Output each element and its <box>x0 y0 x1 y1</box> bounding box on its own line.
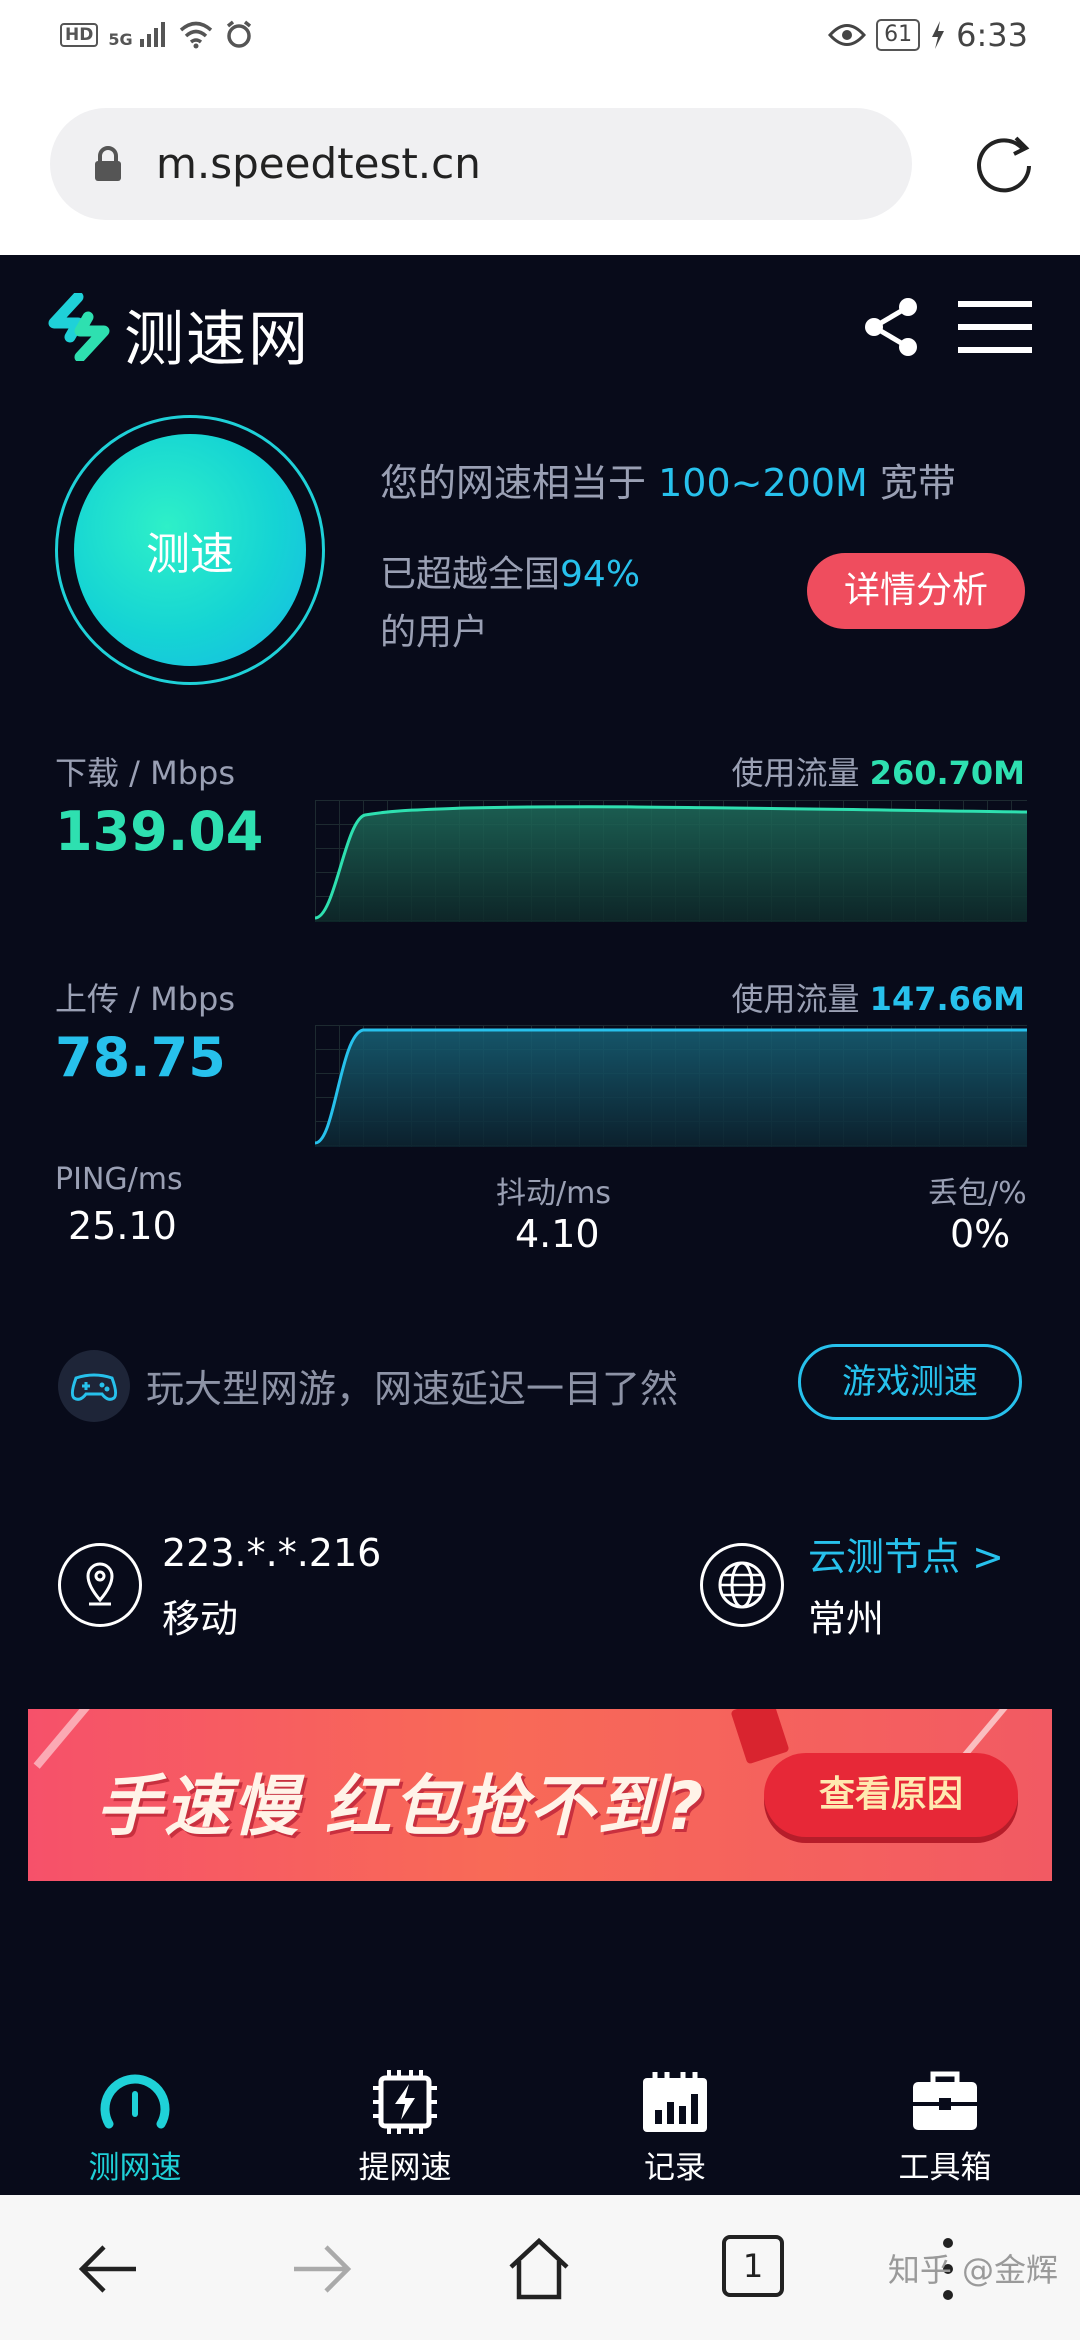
jitter-label: 抖动/ms <box>496 1176 611 1211</box>
cloud-node-link[interactable]: 云测节点 > <box>808 1526 1004 1581</box>
speed-test-button-ring[interactable]: 测速 <box>55 415 325 685</box>
game-icon-wrap <box>58 1350 130 1422</box>
gamepad-icon <box>70 1373 118 1401</box>
location-icon <box>58 1543 142 1627</box>
upload-value: 78.75 <box>55 1026 226 1089</box>
reload-icon[interactable] <box>972 130 1036 194</box>
download-usage-value: 260.70M <box>869 754 1025 792</box>
wifi-icon <box>180 21 213 49</box>
browser-address-area: m.speedtest.cn <box>0 82 1080 255</box>
ping-value: 25.10 <box>68 1204 177 1248</box>
download-label: 下载 / Mbps <box>55 754 236 792</box>
globe-icon <box>700 1543 784 1627</box>
ip-info: 223.*.*.216 移动 <box>162 1520 381 1652</box>
download-graph <box>315 800 1027 922</box>
browser-bottom-bar: 1 知乎 @金辉 <box>0 2195 1080 2340</box>
node-city: 常州 <box>808 1597 885 1641</box>
nav-item-records[interactable]: 记录 <box>575 2050 775 2187</box>
nav-label-toolbox: 工具箱 <box>898 2150 992 2186</box>
status-icons-left: HD 5G <box>60 20 254 50</box>
site-title: 测速网 <box>124 305 310 375</box>
nav-label-records: 记录 <box>644 2150 706 2186</box>
app-bottom-nav: 测网速 提网速 记录 工具箱 <box>0 2050 1080 2195</box>
status-icons-right: 61 6:33 <box>828 16 1028 54</box>
hd-indicator: HD <box>60 23 99 47</box>
signal-icon: 5G <box>108 21 168 49</box>
red-envelope-icon <box>730 1709 790 1765</box>
home-icon[interactable] <box>505 2235 573 2303</box>
tabs-button[interactable]: 1 <box>722 2235 784 2297</box>
charging-icon <box>932 21 945 49</box>
nav-item-toolbox[interactable]: 工具箱 <box>845 2050 1045 2187</box>
packet-loss-value: 0% <box>950 1212 1011 1256</box>
download-value: 139.04 <box>55 800 264 863</box>
beat-suffix: 的用户 <box>380 612 489 653</box>
speedometer-icon <box>100 2074 170 2129</box>
game-speed-test-button[interactable]: 游戏测速 <box>798 1344 1022 1420</box>
upload-usage: 使用流量 147.66M <box>731 974 1025 1020</box>
jitter-value: 4.10 <box>515 1212 600 1256</box>
upload-label: 上传 / Mbps <box>55 980 236 1018</box>
battery-indicator: 61 <box>876 19 921 51</box>
alarm-icon <box>227 20 252 48</box>
upload-usage-value: 147.66M <box>869 980 1025 1018</box>
ping-label: PING/ms <box>55 1162 183 1197</box>
download-usage: 使用流量 260.70M <box>731 748 1025 794</box>
records-icon <box>643 2072 707 2132</box>
beat-value: 94% <box>560 554 641 595</box>
nav-label-boost: 提网速 <box>358 2150 452 2186</box>
banner-headline: 手速慢 红包抢不到? <box>96 1768 706 1845</box>
game-promo-text: 玩大型网游，网速延迟一目了然 <box>146 1367 679 1411</box>
speed-equivalent: 您的网速相当于 100~200M 宽带 <box>380 452 956 507</box>
beat-prefix: 已超越全国 <box>380 554 561 595</box>
view-reason-button[interactable]: 查看原因 <box>764 1753 1018 1837</box>
network-type: 5G <box>108 30 133 49</box>
boost-chip-icon <box>373 2070 437 2134</box>
menu-icon[interactable] <box>958 299 1032 355</box>
equiv-suffix: 宽带 <box>879 461 956 505</box>
beat-ranking: 已超越全国94% 的用户 <box>380 546 680 662</box>
equiv-value: 100~200M <box>658 461 868 505</box>
upload-usage-label: 使用流量 <box>731 980 860 1018</box>
eye-icon <box>828 24 867 46</box>
ip-address: 223.*.*.216 <box>162 1531 382 1575</box>
back-arrow-icon[interactable] <box>74 2235 142 2303</box>
nav-item-boost[interactable]: 提网速 <box>305 2050 505 2187</box>
logo-icon <box>48 293 110 361</box>
detail-analysis-button[interactable]: 详情分析 <box>807 553 1025 629</box>
watermark: 知乎 @金辉 <box>887 2251 1058 2289</box>
isp-name: 移动 <box>162 1597 239 1641</box>
url-text[interactable]: m.speedtest.cn <box>156 108 481 220</box>
download-usage-label: 使用流量 <box>731 754 860 792</box>
packet-loss-label: 丢包/% <box>928 1176 1027 1211</box>
share-icon[interactable] <box>860 295 924 359</box>
promo-banner[interactable]: 手速慢 红包抢不到? 查看原因 <box>28 1709 1052 1881</box>
nav-label-speed-test: 测网速 <box>88 2150 182 2186</box>
upload-graph <box>315 1025 1027 1147</box>
site-header: 测速网 <box>0 255 1080 405</box>
equiv-prefix: 您的网速相当于 <box>380 461 647 505</box>
lock-icon <box>95 146 121 181</box>
forward-arrow-icon[interactable] <box>288 2235 356 2303</box>
address-bar[interactable]: m.speedtest.cn <box>50 108 912 220</box>
clock: 6:33 <box>956 16 1028 54</box>
speed-test-button[interactable]: 测速 <box>74 434 306 666</box>
toolbox-icon <box>913 2071 977 2130</box>
nav-item-speed-test[interactable]: 测网速 <box>35 2050 235 2187</box>
status-bar: HD 5G 61 6:33 <box>0 0 1080 82</box>
